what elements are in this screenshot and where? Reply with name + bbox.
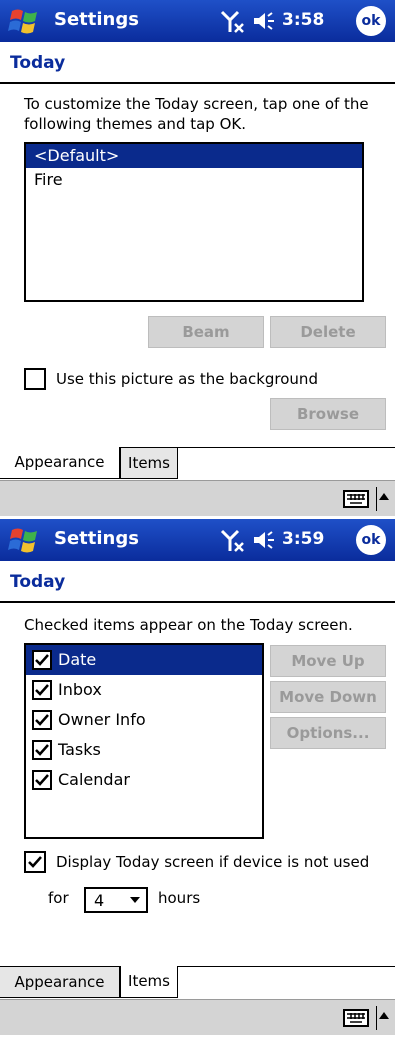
keyboard-icon[interactable] (343, 1008, 369, 1028)
item-label: Calendar (58, 770, 130, 789)
tab-appearance[interactable]: Appearance (0, 447, 120, 479)
hours-dropdown[interactable]: 4 (84, 887, 148, 913)
speaker-icon[interactable] (252, 529, 278, 551)
heading-divider (0, 82, 395, 84)
list-item[interactable]: <Default> (26, 144, 362, 168)
sip-divider (376, 487, 377, 511)
title-bar: Settings 3:59 ok (0, 519, 395, 561)
command-bar (0, 480, 395, 516)
background-checkbox-label: Use this picture as the background (56, 370, 318, 388)
items-list[interactable]: Date Inbox Owner Info Tasks Calendar (24, 643, 264, 839)
app-title: Settings (54, 528, 139, 549)
today-items-screen: Settings 3:59 ok Today Checked items app… (0, 519, 395, 1038)
move-up-button[interactable]: Move Up (270, 645, 386, 677)
page-title: Today (10, 53, 66, 73)
windows-flag-icon[interactable] (8, 7, 40, 35)
tab-appearance[interactable]: Appearance (0, 966, 120, 998)
list-item[interactable]: Owner Info (26, 705, 262, 735)
item-checkbox[interactable] (32, 770, 52, 790)
tab-items[interactable]: Items (120, 447, 178, 479)
keyboard-icon[interactable] (343, 489, 369, 509)
list-item[interactable]: Calendar (26, 765, 262, 795)
item-checkbox[interactable] (32, 650, 52, 670)
item-checkbox[interactable] (32, 740, 52, 760)
item-label: Owner Info (58, 710, 146, 729)
beam-button[interactable]: Beam (148, 316, 264, 348)
clock[interactable]: 3:58 (282, 10, 324, 30)
item-label: Inbox (58, 680, 102, 699)
command-bar (0, 999, 395, 1035)
instruction-text: Checked items appear on the Today screen… (24, 616, 353, 634)
delete-button[interactable]: Delete (270, 316, 386, 348)
sip-divider (376, 1006, 377, 1030)
item-checkbox[interactable] (32, 680, 52, 700)
list-item[interactable]: Date (26, 645, 262, 675)
background-checkbox[interactable] (24, 368, 46, 390)
display-today-label: Display Today screen if device is not us… (56, 853, 370, 871)
for-label: for (48, 889, 69, 907)
list-item[interactable]: Tasks (26, 735, 262, 765)
ok-button[interactable]: ok (356, 6, 386, 36)
hours-label: hours (158, 889, 201, 907)
move-down-button[interactable]: Move Down (270, 681, 386, 713)
antenna-off-icon[interactable] (220, 527, 246, 553)
speaker-icon[interactable] (252, 10, 278, 32)
app-title: Settings (54, 9, 139, 30)
instruction-text: To customize the Today screen, tap one o… (24, 95, 369, 133)
list-item[interactable]: Fire (26, 168, 362, 192)
title-bar: Settings 3:58 ok (0, 0, 395, 42)
theme-list[interactable]: <Default> Fire (24, 142, 364, 302)
heading-divider (0, 601, 395, 603)
sip-arrow-up-icon[interactable] (379, 1012, 389, 1019)
antenna-off-icon[interactable] (220, 8, 246, 34)
windows-flag-icon[interactable] (8, 526, 40, 554)
browse-button[interactable]: Browse (270, 398, 386, 430)
page-title: Today (10, 572, 66, 592)
chevron-down-icon[interactable] (130, 897, 140, 903)
tab-strip-filler (178, 966, 395, 998)
today-appearance-screen: Settings 3:58 ok Today To customize the … (0, 0, 395, 519)
display-today-checkbox[interactable] (24, 851, 46, 873)
tab-items[interactable]: Items (120, 966, 178, 998)
tab-strip-filler (178, 447, 395, 479)
options-button[interactable]: Options... (270, 717, 386, 749)
item-label: Date (58, 650, 97, 669)
list-item[interactable]: Inbox (26, 675, 262, 705)
hours-value: 4 (94, 891, 105, 910)
item-label: Tasks (58, 740, 101, 759)
item-checkbox[interactable] (32, 710, 52, 730)
sip-arrow-up-icon[interactable] (379, 493, 389, 500)
clock[interactable]: 3:59 (282, 529, 324, 549)
ok-button[interactable]: ok (356, 525, 386, 555)
